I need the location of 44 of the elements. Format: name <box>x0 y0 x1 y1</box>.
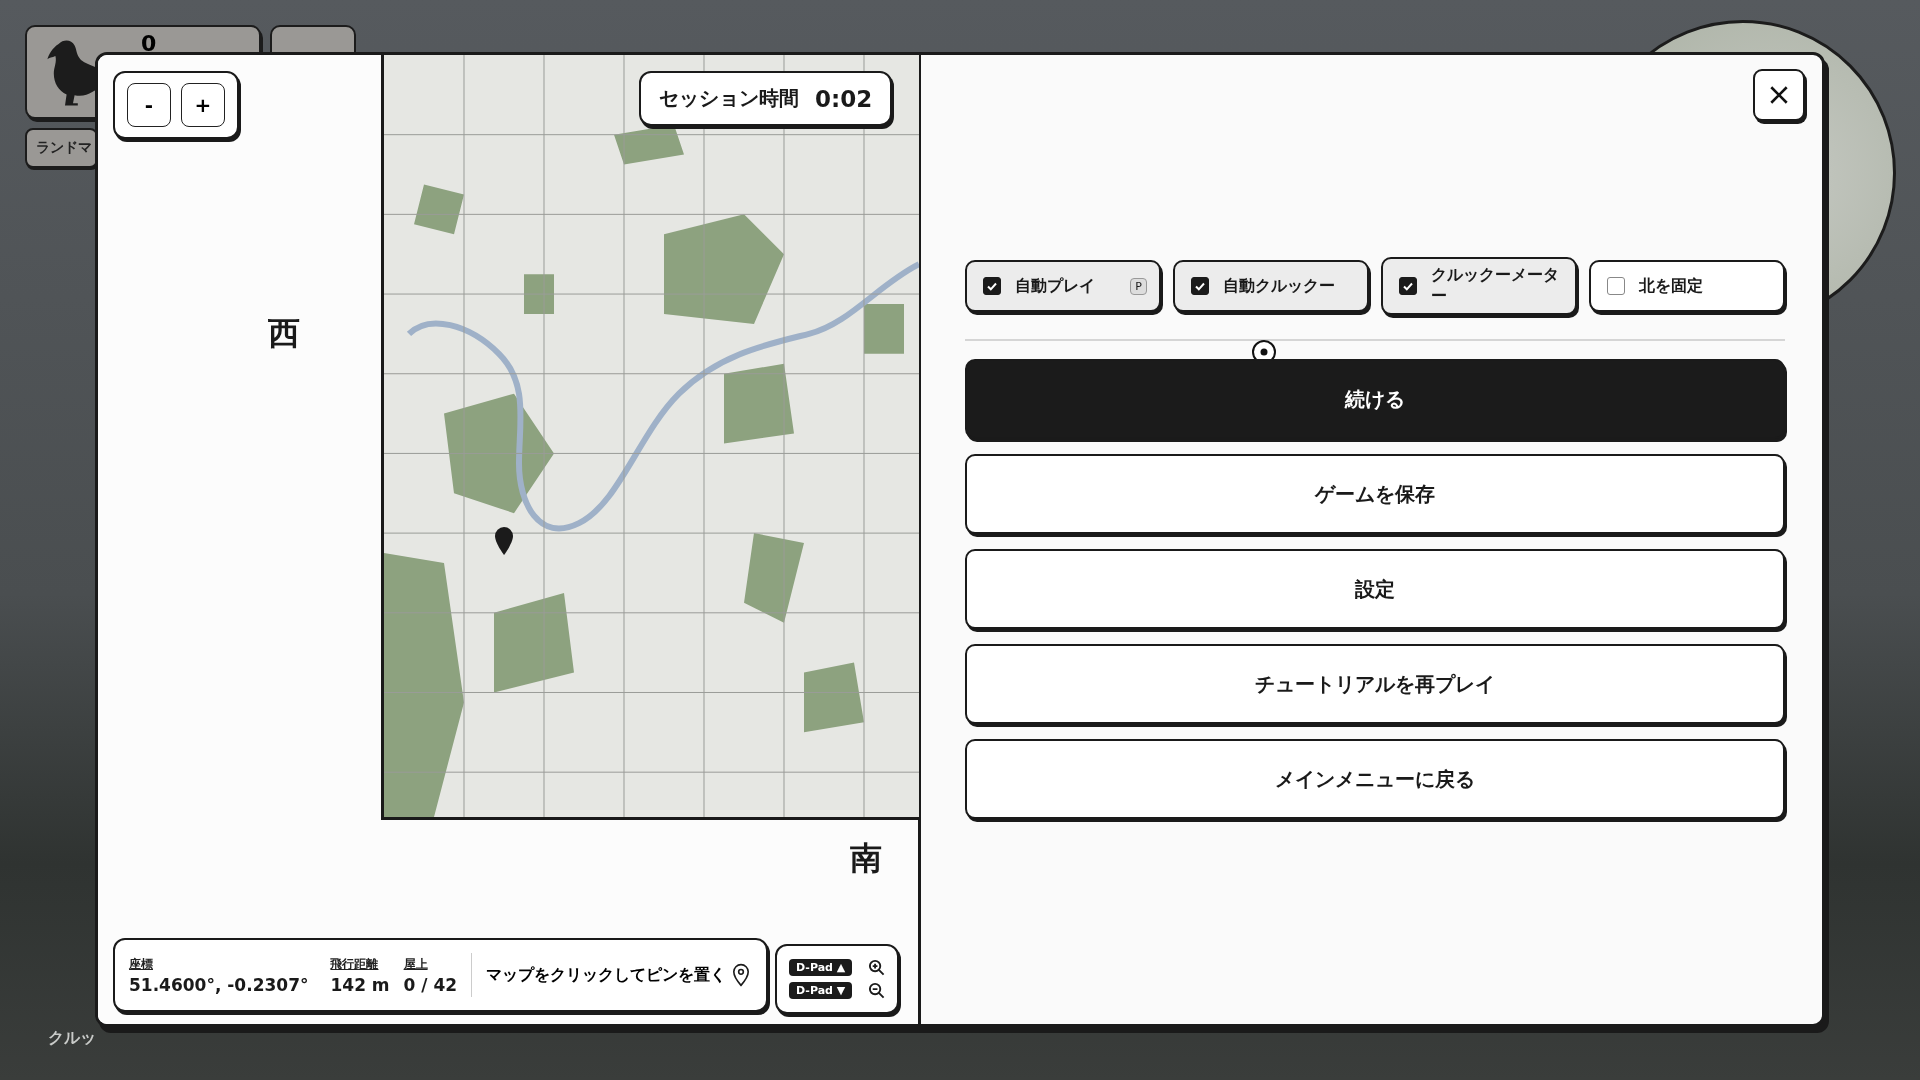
checkbox[interactable] <box>983 277 1001 295</box>
session-time: 0:02 <box>815 85 873 112</box>
info-label: 屋上 <box>403 955 428 973</box>
menu-button[interactable]: ゲームを保存 <box>965 454 1785 534</box>
menu-button[interactable]: チュートリアルを再プレイ <box>965 644 1785 724</box>
menu-button[interactable]: 設定 <box>965 549 1785 629</box>
toggle-label: 自動クルックー <box>1223 275 1336 297</box>
check-icon <box>986 280 998 292</box>
dpad-key: D-Pad ▼ <box>789 982 853 999</box>
menu-button[interactable]: 続ける <box>965 359 1785 439</box>
session-label: セッション時間 <box>659 85 799 112</box>
checkbox[interactable] <box>1607 277 1625 295</box>
toggle-label: 自動プレイ <box>1015 275 1096 297</box>
checkbox[interactable] <box>1191 277 1209 295</box>
zoom-out-icon[interactable] <box>868 982 885 999</box>
checkbox[interactable] <box>1399 277 1417 295</box>
info-value: 51.4600°, -0.2307° <box>129 974 309 995</box>
info-label: 座標 <box>129 955 153 973</box>
toggle-option[interactable]: 自動クルックー <box>1173 260 1369 312</box>
toggle-label: 北を固定 <box>1639 275 1704 297</box>
pigeon-count: 0 <box>141 33 157 55</box>
toggle-option[interactable]: 自動プレイ P <box>965 260 1161 312</box>
menu-button[interactable]: メインメニューに戻る <box>965 739 1785 819</box>
close-icon <box>1768 84 1790 106</box>
info-label: 飛行距離 <box>330 955 379 973</box>
dpad-key: D-Pad ▲ <box>789 959 853 976</box>
zoom-in-icon[interactable] <box>868 959 885 976</box>
check-icon <box>1402 280 1414 292</box>
compass-label: 西 <box>268 317 300 349</box>
info-value: 142 m <box>330 974 390 995</box>
toggle-option[interactable]: クルックーメーター <box>1381 257 1577 315</box>
toggle-label: クルックーメーター <box>1431 265 1560 307</box>
key-hint: P <box>1130 277 1147 295</box>
check-icon <box>1194 280 1206 292</box>
zoom-button[interactable]: + <box>181 83 225 127</box>
pin-outline-icon <box>732 963 751 987</box>
ground-label: クルッ <box>48 1028 96 1049</box>
landmark-button[interactable]: ランドマ <box>25 128 98 168</box>
map-pin-icon <box>494 527 514 555</box>
info-value: 0 / 42 <box>403 974 458 995</box>
compass-label: 南 <box>850 842 882 874</box>
hint-text: マップをクリックしてピンを置く <box>486 964 727 986</box>
close-button[interactable] <box>1753 69 1805 121</box>
zoom-button[interactable]: - <box>127 83 171 127</box>
